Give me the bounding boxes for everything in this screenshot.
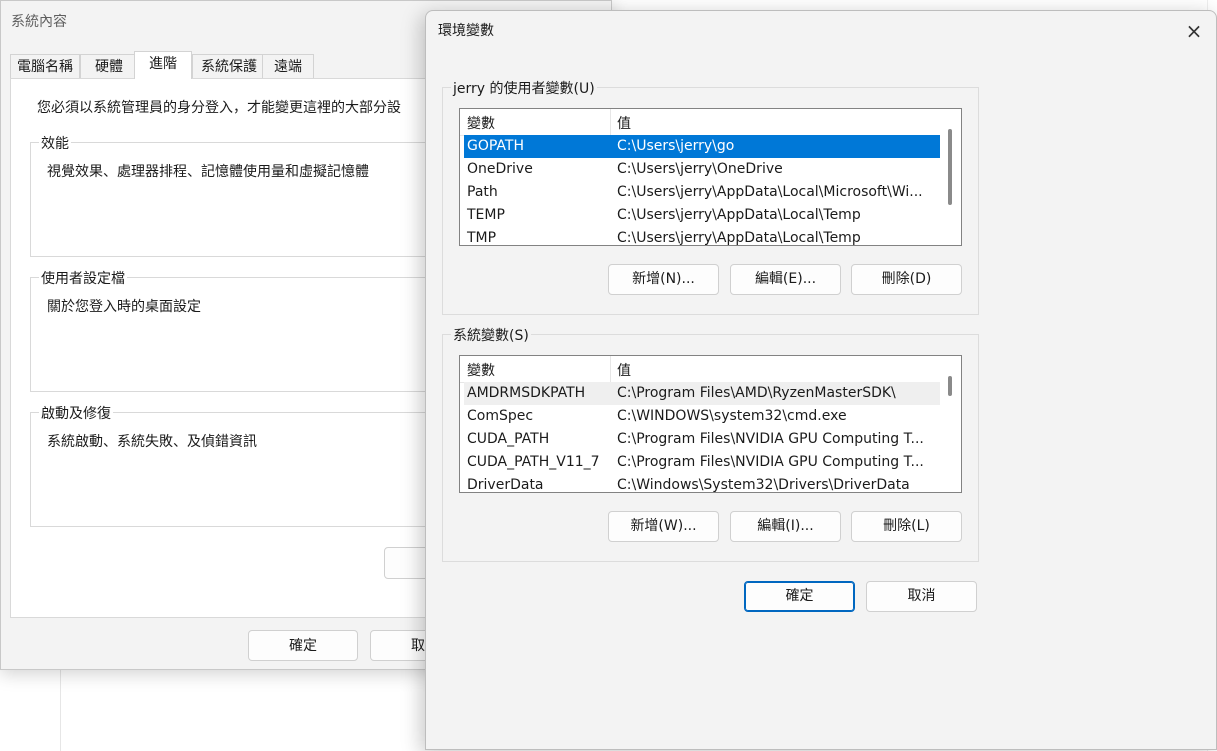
editor-gutter-line <box>60 660 61 751</box>
variable-name: CUDA_PATH_V11_7 <box>467 454 600 470</box>
user-variables-list[interactable]: 變數 值 GOPATH C:\Users\jerry\go OneDrive C… <box>459 108 962 246</box>
cancel-button[interactable]: 取消 <box>866 581 977 612</box>
scrollbar-thumb[interactable] <box>948 376 952 396</box>
variable-value: C:\Program Files\AMD\RyzenMasterSDK\ <box>617 385 896 401</box>
admin-notice: 您必須以系統管理員的身分登入，才能變更這裡的大部分設 <box>37 100 401 116</box>
variable-value: C:\Users\jerry\AppData\Local\Microsoft\W… <box>617 184 923 200</box>
ok-button[interactable]: 確定 <box>744 581 855 612</box>
group-description: 視覺效果、處理器排程、記憶體使用量和虛擬記憶體 <box>47 164 369 180</box>
group-legend: 使用者設定檔 <box>39 268 127 288</box>
list-item[interactable]: CUDA_PATH C:\Program Files\NVIDIA GPU Co… <box>464 428 940 451</box>
group-description: 系統啟動、系統失敗、及偵錯資訊 <box>47 434 257 450</box>
variable-value: C:\Program Files\NVIDIA GPU Computing T.… <box>617 454 924 470</box>
system-variables-list[interactable]: 變數 值 AMDRMSDKPATH C:\Program Files\AMD\R… <box>459 355 962 493</box>
section-legend: 系統變數(S) <box>451 325 531 345</box>
variable-name: GOPATH <box>467 138 524 154</box>
variable-name: ComSpec <box>467 408 534 424</box>
user-delete-button[interactable]: 刪除(D) <box>851 264 962 295</box>
user-new-button[interactable]: 新增(N)... <box>608 264 719 295</box>
column-header-variable[interactable]: 變數 <box>467 360 495 380</box>
section-legend: jerry 的使用者變數(U) <box>451 78 597 98</box>
ok-button[interactable]: 確定 <box>248 630 358 661</box>
list-item[interactable]: Path C:\Users\jerry\AppData\Local\Micros… <box>464 181 940 204</box>
variable-value: C:\WINDOWS\system32\cmd.exe <box>617 408 847 424</box>
variable-name: Path <box>467 184 498 200</box>
window-title: 系統內容 <box>11 14 67 30</box>
column-divider[interactable] <box>610 109 611 135</box>
variable-value: C:\Users\jerry\AppData\Local\Temp <box>617 207 861 223</box>
group-legend: 效能 <box>39 133 71 153</box>
scrollbar-thumb[interactable] <box>948 129 952 205</box>
list-header: 變數 值 <box>460 356 940 383</box>
tab-advanced[interactable]: 進階 <box>134 51 192 79</box>
list-item[interactable]: AMDRMSDKPATH C:\Program Files\AMD\RyzenM… <box>464 382 940 405</box>
list-item[interactable]: OneDrive C:\Users\jerry\OneDrive <box>464 158 940 181</box>
variable-name: DriverData <box>467 477 544 493</box>
variable-value: C:\Users\jerry\go <box>617 138 735 154</box>
group-legend: 啟動及修復 <box>39 403 113 423</box>
variable-value: C:\Windows\System32\Drivers\DriverData <box>617 477 910 493</box>
column-header-value[interactable]: 值 <box>617 113 631 133</box>
dialog-title: 環境變數 <box>438 23 494 39</box>
variable-name: OneDrive <box>467 161 533 177</box>
environment-variables-dialog: 環境變數 × jerry 的使用者變數(U) 變數 值 GOPATH C:\Us… <box>425 10 1217 750</box>
variable-value: C:\Users\jerry\AppData\Local\Temp <box>617 230 861 246</box>
column-divider[interactable] <box>610 356 611 382</box>
tab-remote[interactable]: 遠端 <box>262 54 314 78</box>
list-item[interactable]: CUDA_PATH_V11_7 C:\Program Files\NVIDIA … <box>464 451 940 474</box>
list-item[interactable]: DriverData C:\Windows\System32\Drivers\D… <box>464 474 940 493</box>
group-description: 關於您登入時的桌面設定 <box>47 299 201 315</box>
variable-name: TEMP <box>467 207 505 223</box>
system-new-button[interactable]: 新增(W)... <box>608 511 719 542</box>
column-header-value[interactable]: 值 <box>617 360 631 380</box>
user-edit-button[interactable]: 編輯(E)... <box>730 264 841 295</box>
list-header: 變數 值 <box>460 109 940 136</box>
variable-name: CUDA_PATH <box>467 431 550 447</box>
variable-name: TMP <box>467 230 497 246</box>
variable-name: AMDRMSDKPATH <box>467 385 586 401</box>
system-delete-button[interactable]: 刪除(L) <box>851 511 962 542</box>
tab-system-protection[interactable]: 系統保護 <box>192 54 266 78</box>
system-variables-section: 系統變數(S) 變數 值 AMDRMSDKPATH C:\Program Fil… <box>442 325 979 562</box>
tab-hardware[interactable]: 硬體 <box>80 54 138 78</box>
variable-value: C:\Program Files\NVIDIA GPU Computing T.… <box>617 431 924 447</box>
cancel-button[interactable]: 取 <box>370 630 430 661</box>
variable-value: C:\Users\jerry\OneDrive <box>617 161 783 177</box>
system-edit-button[interactable]: 編輯(I)... <box>730 511 841 542</box>
column-header-variable[interactable]: 變數 <box>467 113 495 133</box>
tab-computer-name[interactable]: 電腦名稱 <box>10 54 80 78</box>
list-item[interactable]: TMP C:\Users\jerry\AppData\Local\Temp <box>464 227 940 246</box>
list-item[interactable]: GOPATH C:\Users\jerry\go <box>464 135 940 158</box>
list-item[interactable]: TEMP C:\Users\jerry\AppData\Local\Temp <box>464 204 940 227</box>
user-variables-section: jerry 的使用者變數(U) 變數 值 GOPATH C:\Users\jer… <box>442 78 979 315</box>
list-item[interactable]: ComSpec C:\WINDOWS\system32\cmd.exe <box>464 405 940 428</box>
close-icon[interactable]: × <box>1178 17 1210 45</box>
